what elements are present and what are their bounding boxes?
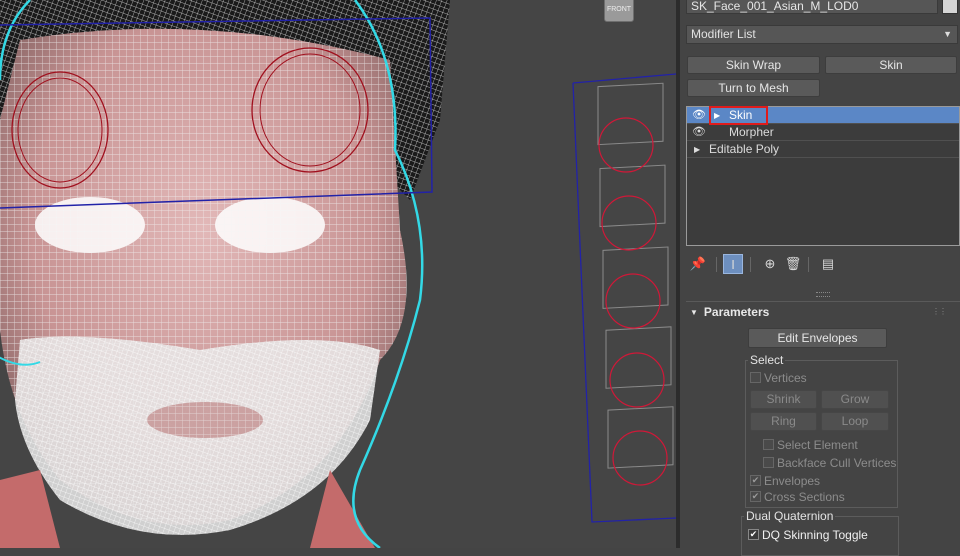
viewcube[interactable]: FRONT (582, 0, 656, 24)
parameters-rollout-header[interactable]: ▼ Parameters (690, 305, 769, 319)
eye-icon[interactable]: 👁 (692, 124, 706, 141)
make-unique-icon[interactable]: ⊕ (760, 254, 780, 274)
stack-item-editable-poly[interactable]: ▶ Editable Poly (687, 141, 959, 158)
shrink-button[interactable]: Shrink (750, 390, 817, 409)
toolbar-separator (808, 257, 809, 272)
loop-button[interactable]: Loop (821, 412, 889, 431)
checkbox-box: ✔ (750, 491, 761, 503)
envelopes-label: Envelopes (764, 474, 821, 488)
checkbox-box (750, 372, 761, 384)
dual-quaternion-group: Dual Quaternion ✔ DQ Skinning Toggle (741, 509, 899, 556)
pin-icon[interactable]: 📌 (688, 254, 708, 274)
checkbox-box: ✔ (750, 475, 761, 487)
dropdown-arrow-icon: ▼ (943, 29, 952, 39)
viewport-canvas[interactable] (0, 0, 676, 548)
edit-envelopes-button[interactable]: Edit Envelopes (748, 328, 887, 348)
checkbox-box (763, 439, 774, 451)
turn-to-mesh-button[interactable]: Turn to Mesh (687, 79, 820, 97)
skin-button[interactable]: Skin (825, 56, 957, 74)
collapse-triangle-icon: ▼ (690, 308, 698, 317)
modifier-list-label: Modifier List (691, 27, 756, 41)
backface-cull-label: Backface Cull Vertices (777, 456, 897, 470)
skin-wrap-button[interactable]: Skin Wrap (687, 56, 820, 74)
dq-skinning-toggle-checkbox[interactable]: ✔ DQ Skinning Toggle (748, 528, 868, 543)
rollout-grip-icon[interactable]: ⋮⋮ (932, 307, 947, 316)
parameters-rollout: ▼ Parameters ⋮⋮ Edit Envelopes Select Ver… (686, 301, 960, 556)
dq-skinning-toggle-label: DQ Skinning Toggle (762, 528, 868, 542)
stack-item-skin[interactable]: 👁 ▶ Skin (687, 106, 959, 125)
show-end-result-icon[interactable]: I (723, 254, 743, 274)
stack-item-label: Morpher (729, 125, 774, 139)
viewcube-front-face[interactable]: FRONT (604, 0, 634, 22)
checkbox-box (763, 457, 774, 469)
modifier-stack[interactable]: 👁 ▶ Skin 👁 Morpher ▶ Editable Poly (686, 106, 960, 246)
toolbar-separator (716, 257, 717, 272)
eye-icon[interactable]: 👁 (692, 107, 706, 124)
select-group: Select Vertices Shrink Grow Ring Loop Se… (745, 353, 898, 508)
vertices-label: Vertices (764, 371, 807, 385)
select-group-title: Select (748, 353, 786, 367)
trash-icon[interactable]: 🗑 (783, 254, 803, 274)
command-panel: SK_Face_001_Asian_M_LOD0 Modifier List ▼… (680, 0, 960, 556)
viewport-front[interactable]: FRONT (0, 0, 676, 548)
envelopes-checkbox[interactable]: ✔ Envelopes (750, 474, 820, 489)
object-color-swatch[interactable] (942, 0, 958, 14)
stack-item-morpher[interactable]: 👁 Morpher (687, 124, 959, 141)
shape-panel-tiles (597, 82, 674, 469)
cross-sections-label: Cross Sections (764, 490, 845, 504)
ring-button[interactable]: Ring (750, 412, 817, 431)
cross-sections-checkbox[interactable]: ✔ Cross Sections (750, 490, 845, 505)
configure-sets-icon[interactable]: ▤ (818, 254, 838, 274)
shape-panel-circles (598, 117, 668, 486)
modifier-list-dropdown[interactable]: Modifier List ▼ (686, 25, 958, 44)
toolbar-separator (750, 257, 751, 272)
stack-item-label: Editable Poly (709, 142, 780, 156)
parameters-title: Parameters (703, 305, 770, 319)
checkbox-box: ✔ (748, 529, 759, 541)
select-element-checkbox[interactable]: Select Element (763, 438, 858, 453)
expand-triangle-icon[interactable]: ▶ (694, 141, 700, 158)
dual-quaternion-title: Dual Quaternion (744, 509, 836, 523)
highlight-box (709, 106, 768, 125)
select-element-label: Select Element (777, 438, 858, 452)
panel-resize-grip[interactable] (816, 292, 830, 297)
vertices-checkbox[interactable]: Vertices (750, 371, 807, 386)
grow-button[interactable]: Grow (821, 390, 889, 409)
backface-cull-checkbox[interactable]: Backface Cull Vertices (763, 456, 896, 471)
object-name-field[interactable]: SK_Face_001_Asian_M_LOD0 (686, 0, 938, 14)
stack-toolbar: 📌 I ⊕ 🗑 ▤ (686, 254, 958, 276)
